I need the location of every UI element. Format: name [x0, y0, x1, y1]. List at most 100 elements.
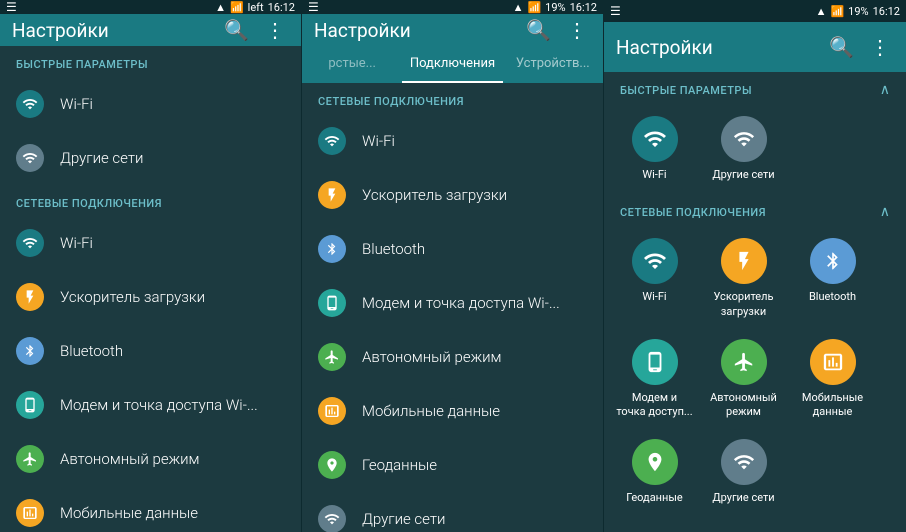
airplane-label-middle: Автономный режим	[362, 348, 502, 366]
list-item-bluetooth-left[interactable]: Bluetooth	[0, 324, 301, 378]
accelerator-icon-middle	[318, 181, 346, 209]
right-panel: ☰ ▲ 📶 19% 16:12 Настройки 🔍 ⋮ БЫСТРЫЕ ПА…	[604, 0, 906, 532]
grid-item-accelerator-net-right[interactable]: Ускоритель загрузки	[701, 230, 786, 327]
wifi-net-label-left: Wi-Fi	[60, 234, 93, 252]
grid-other-net-quick-label-right: Другие сети	[712, 168, 774, 182]
grid-item-wifi-quick-right[interactable]: Wi-Fi	[612, 108, 697, 190]
airplane-icon-left	[16, 445, 44, 473]
grid-bluetooth-icon-right	[810, 238, 856, 284]
list-item-mobile-data-middle[interactable]: Мобильные данные	[302, 384, 603, 438]
quick-grid-right: Wi-Fi Другие сети	[604, 104, 906, 194]
grid-other-net-label-right: Другие сети	[712, 491, 774, 505]
list-item-wifi-middle[interactable]: Wi-Fi	[302, 114, 603, 168]
network-section-arrow-right[interactable]: ∧	[880, 204, 890, 220]
grid-item-bluetooth-right[interactable]: Bluetooth	[790, 230, 875, 327]
status-right-info: ▲ 📶 left 16:12	[215, 1, 295, 14]
network-section-header-left: СЕТЕВЫЕ ПОДКЛЮЧЕНИЯ	[0, 185, 301, 216]
more-icon-middle[interactable]: ⋮	[563, 14, 591, 46]
time-display-middle: 16:12	[570, 1, 597, 14]
page-title-middle: Настройки	[314, 19, 514, 42]
list-item-bluetooth-middle[interactable]: Bluetooth	[302, 222, 603, 276]
grid-accelerator-icon-right	[721, 238, 767, 284]
modem-icon-middle	[318, 289, 346, 317]
status-right-info-middle: ▲ 📶 19% 16:12	[513, 1, 597, 14]
list-item-mobile-data-left[interactable]: Мобильные данные	[0, 486, 301, 532]
grid-geo-label-right: Геоданные	[626, 491, 683, 505]
modem-label-middle: Модем и точка доступа Wi-...	[362, 294, 560, 312]
other-net-icon-left	[16, 144, 44, 172]
wifi-status-icon: ▲	[215, 1, 226, 14]
list-item-accelerator-left[interactable]: Ускоритель загрузки	[0, 270, 301, 324]
list-item-geo-middle[interactable]: Геоданные	[302, 438, 603, 492]
other-net-icon-middle	[318, 505, 346, 532]
quick-settings-header-right: БЫСТРЫЕ ПАРАМЕТРЫ ∧	[604, 72, 906, 104]
wifi-status-icon-middle: ▲	[513, 1, 524, 14]
bluetooth-label-middle: Bluetooth	[362, 240, 425, 258]
modem-label-left: Модем и точка доступа Wi-...	[60, 396, 258, 414]
wifi-label-middle: Wi-Fi	[362, 132, 395, 150]
grid-item-wifi-net-right[interactable]: Wi-Fi	[612, 230, 697, 327]
more-icon-right[interactable]: ⋮	[866, 31, 894, 63]
grid-modem-label-right: Модем и точка доступ...	[616, 391, 693, 420]
grid-wifi-net-icon-right	[632, 238, 678, 284]
grid-item-modem-right[interactable]: Модем и точка доступ...	[612, 331, 697, 428]
status-bar-middle: ☰ ▲ 📶 19% 16:12	[302, 0, 603, 14]
list-item-other-net-left[interactable]: Другие сети	[0, 131, 301, 185]
list-item-wifi-quick-left[interactable]: Wi-Fi	[0, 77, 301, 131]
mobile-data-icon-middle	[318, 397, 346, 425]
list-item-modem-left[interactable]: Модем и точка доступа Wi-...	[0, 378, 301, 432]
page-title-right: Настройки	[616, 36, 817, 59]
accelerator-label-middle: Ускоритель загрузки	[362, 186, 507, 204]
battery-text: left	[248, 1, 264, 14]
grid-wifi-quick-icon-right	[632, 116, 678, 162]
list-item-other-net-middle[interactable]: Другие сети	[302, 492, 603, 532]
grid-accelerator-label-right: Ускоритель загрузки	[705, 290, 782, 319]
grid-airplane-icon-right	[721, 339, 767, 385]
grid-other-net-icon-right	[721, 439, 767, 485]
status-left-icons-middle: ☰	[308, 0, 319, 14]
quick-settings-header-left: БЫСТРЫЕ ПАРАМЕТРЫ	[0, 46, 301, 77]
airplane-label-left: Автономный режим	[60, 450, 200, 468]
status-bar-left: ☰ ▲ 📶 left 16:12	[0, 0, 301, 14]
bluetooth-icon-left	[16, 337, 44, 365]
status-left-icons: ☰	[6, 0, 17, 14]
network-grid-right: Wi-Fi Ускоритель загрузки Bluetooth Моде…	[604, 226, 906, 517]
geo-label-middle: Геоданные	[362, 456, 437, 474]
accelerator-label-left: Ускоритель загрузки	[60, 288, 205, 306]
mobile-data-icon-left	[16, 499, 44, 527]
accelerator-icon-left	[16, 283, 44, 311]
grid-item-geo-right[interactable]: Геоданные	[612, 431, 697, 513]
list-item-accelerator-middle[interactable]: Ускоритель загрузки	[302, 168, 603, 222]
airplane-icon-middle	[318, 343, 346, 371]
wifi-net-icon-left	[16, 229, 44, 257]
grid-item-airplane-right[interactable]: Автономный режим	[701, 331, 786, 428]
grid-item-mobile-data-right[interactable]: Мобильные данные	[790, 331, 875, 428]
search-icon[interactable]: 🔍	[220, 14, 253, 46]
status-bar-right: ☰ ▲ 📶 19% 16:12	[604, 0, 906, 22]
tab-connections[interactable]: Подключения	[402, 46, 502, 83]
list-item-modem-middle[interactable]: Модем и точка доступа Wi-...	[302, 276, 603, 330]
list-item-airplane-middle[interactable]: Автономный режим	[302, 330, 603, 384]
signal-icon-middle: 📶	[527, 1, 541, 14]
time-display: 16:12	[268, 1, 295, 14]
middle-panel: ☰ ▲ 📶 19% 16:12 Настройки 🔍 ⋮ рстые... П…	[302, 0, 604, 532]
grid-item-other-net-right[interactable]: Другие сети	[701, 431, 786, 513]
wifi-status-icon-right: ▲	[816, 5, 827, 18]
list-item-wifi-net-left[interactable]: Wi-Fi	[0, 216, 301, 270]
other-net-label-left: Другие сети	[60, 149, 143, 167]
search-icon-middle[interactable]: 🔍	[522, 14, 555, 46]
toolbar-left: Настройки 🔍 ⋮	[0, 14, 301, 46]
list-item-airplane-left[interactable]: Автономный режим	[0, 432, 301, 486]
toolbar-right: Настройки 🔍 ⋮	[604, 22, 906, 72]
more-icon[interactable]: ⋮	[261, 14, 289, 46]
grid-item-other-net-quick-right[interactable]: Другие сети	[701, 108, 786, 190]
tab-quick[interactable]: рстые...	[302, 46, 402, 83]
grid-wifi-quick-label-right: Wi-Fi	[642, 168, 666, 182]
mobile-data-label-middle: Мобильные данные	[362, 402, 500, 420]
quick-settings-arrow-right[interactable]: ∧	[880, 82, 890, 98]
toolbar-middle: Настройки 🔍 ⋮	[302, 14, 603, 46]
tab-devices[interactable]: Устройств...	[503, 46, 603, 83]
search-icon-right[interactable]: 🔍	[825, 31, 858, 63]
network-section-label-right: СЕТЕВЫЕ ПОДКЛЮЧЕНИЯ	[620, 206, 766, 219]
notification-icon-right: ☰	[610, 4, 621, 18]
